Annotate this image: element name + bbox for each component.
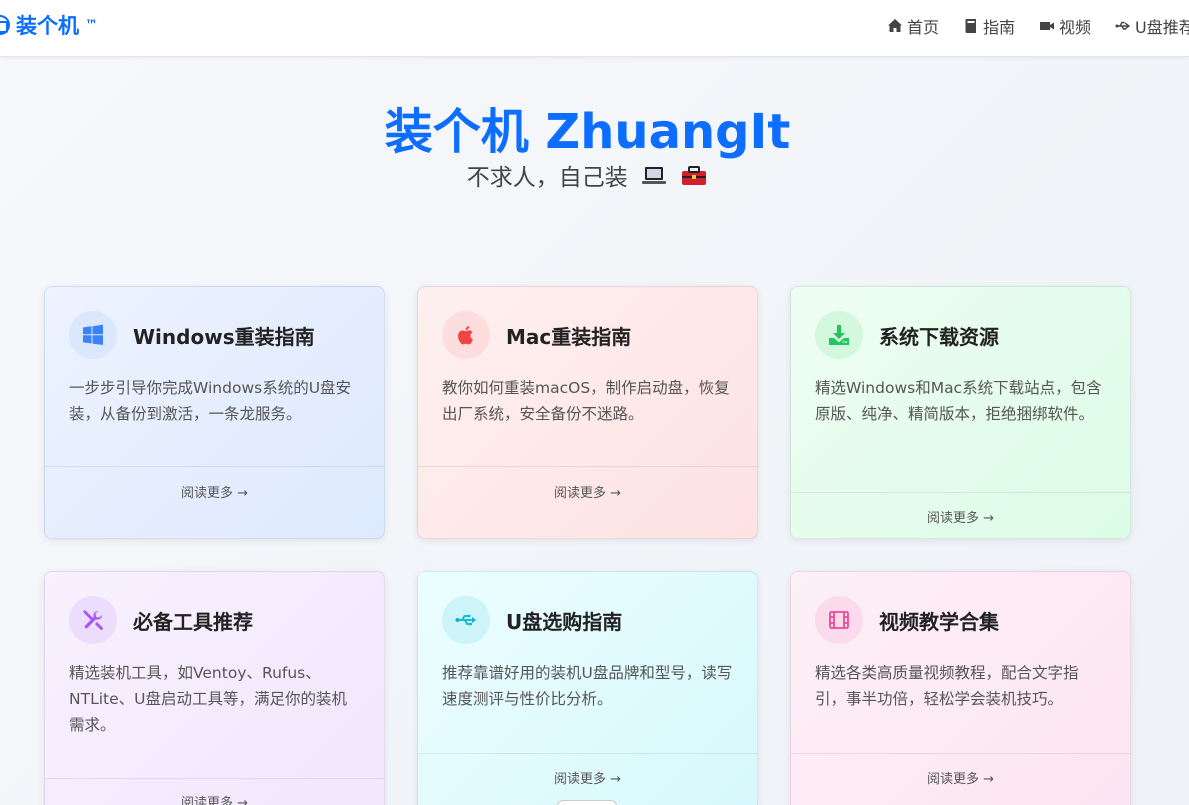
hero-title: 装个机 ZhuangIt	[384, 104, 791, 160]
film-icon	[815, 596, 863, 644]
video-icon	[1040, 22, 1055, 30]
card-system-download[interactable]: 系统下载资源 精选Windows和Mac系统下载站点，包含原版、纯净、精简版本，…	[790, 286, 1131, 539]
card-footer: 阅读更多 →	[45, 778, 384, 805]
card-title: 视频教学合集	[879, 609, 999, 634]
card-footer: 阅读更多 →	[418, 753, 757, 805]
card-footer: 阅读更多 →	[791, 492, 1130, 538]
card-footer: 阅读更多 →	[45, 466, 384, 538]
card-description: 教你如何重装macOS，制作启动盘，恢复出厂系统，安全备份不迷路。	[442, 379, 730, 423]
card-mac-guide[interactable]: Mac重装指南 教你如何重装macOS，制作启动盘，恢复出厂系统，安全备份不迷路…	[417, 286, 758, 539]
home-icon	[888, 19, 902, 32]
download-icon	[815, 311, 863, 359]
nav-home-label: 首页	[907, 18, 940, 37]
card-description: 推荐靠谱好用的装机U盘品牌和型号，读写速度测评与性价比分析。	[442, 664, 733, 708]
windows-icon	[69, 311, 117, 359]
apple-icon	[442, 311, 490, 359]
nav-links: 首页 指南 视频 U盘推荐	[887, 14, 1189, 38]
card-description: 精选Windows和Mac系统下载站点，包含原版、纯净、精简版本，拒绝捆绑软件。	[815, 379, 1102, 423]
book-icon	[965, 19, 977, 33]
card-description: 精选各类高质量视频教程，配合文字指引，事半功倍，轻松学会装机技巧。	[815, 664, 1079, 708]
nav-guide-label: 指南	[983, 18, 1016, 37]
brand-name: 装个机	[16, 14, 79, 38]
card-usb-guide[interactable]: U盘选购指南 推荐靠谱好用的装机U盘品牌和型号，读写速度测评与性价比分析。 阅读…	[417, 571, 758, 805]
nav-video-label: 视频	[1059, 18, 1092, 37]
hero-subtitle: 不求人，自己装	[466, 165, 628, 191]
nav-usb-label: U盘推荐	[1135, 18, 1189, 37]
tools-icon	[69, 596, 117, 644]
nav-guide[interactable]: 指南	[963, 14, 1015, 38]
read-more-link[interactable]: 阅读更多 →	[927, 507, 994, 538]
read-more-link[interactable]: 阅读更多 →	[554, 482, 621, 538]
card-title: 系统下载资源	[879, 324, 999, 349]
brand-logo-icon	[0, 15, 10, 35]
card-title: U盘选购指南	[506, 609, 623, 634]
card-windows-guide[interactable]: Windows重装指南 一步步引导你完成Windows系统的U盘安装，从备份到激…	[44, 286, 385, 539]
nav-usb[interactable]: U盘推荐	[1115, 14, 1189, 38]
card-video-collection[interactable]: 视频教学合集 精选各类高质量视频教程，配合文字指引，事半功倍，轻松学会装机技巧。…	[790, 571, 1131, 805]
card-description: 精选装机工具，如Ventoy、Rufus、NTLite、U盘启动工具等，满足你的…	[69, 664, 347, 734]
usb-icon	[1115, 21, 1131, 30]
card-title: 必备工具推荐	[133, 609, 253, 634]
toolbox-icon	[680, 165, 708, 193]
navbar: 装个机 ™ 首页 指南 视频 U盘推荐	[0, 0, 1189, 57]
card-footer: 阅读更多 →	[418, 466, 757, 538]
back-to-top-button[interactable]	[557, 800, 617, 805]
brand[interactable]: 装个机 ™	[0, 10, 98, 40]
card-title: Mac重装指南	[506, 324, 632, 349]
hero-subtitle-row: 不求人，自己装	[0, 158, 1175, 193]
card-tools[interactable]: 必备工具推荐 精选装机工具，如Ventoy、Rufus、NTLite、U盘启动工…	[44, 571, 385, 805]
brand-tm: ™	[85, 17, 98, 33]
laptop-icon	[641, 165, 667, 193]
read-more-link[interactable]: 阅读更多 →	[181, 792, 248, 805]
nav-video[interactable]: 视频	[1039, 14, 1091, 38]
usb-icon	[442, 596, 490, 644]
card-footer: 阅读更多 →	[791, 753, 1130, 805]
card-title: Windows重装指南	[133, 324, 315, 349]
card-description: 一步步引导你完成Windows系统的U盘安装，从备份到激活，一条龙服务。	[69, 379, 352, 423]
read-more-link[interactable]: 阅读更多 →	[927, 768, 994, 805]
nav-home[interactable]: 首页	[887, 14, 939, 38]
read-more-link[interactable]: 阅读更多 →	[181, 482, 248, 538]
